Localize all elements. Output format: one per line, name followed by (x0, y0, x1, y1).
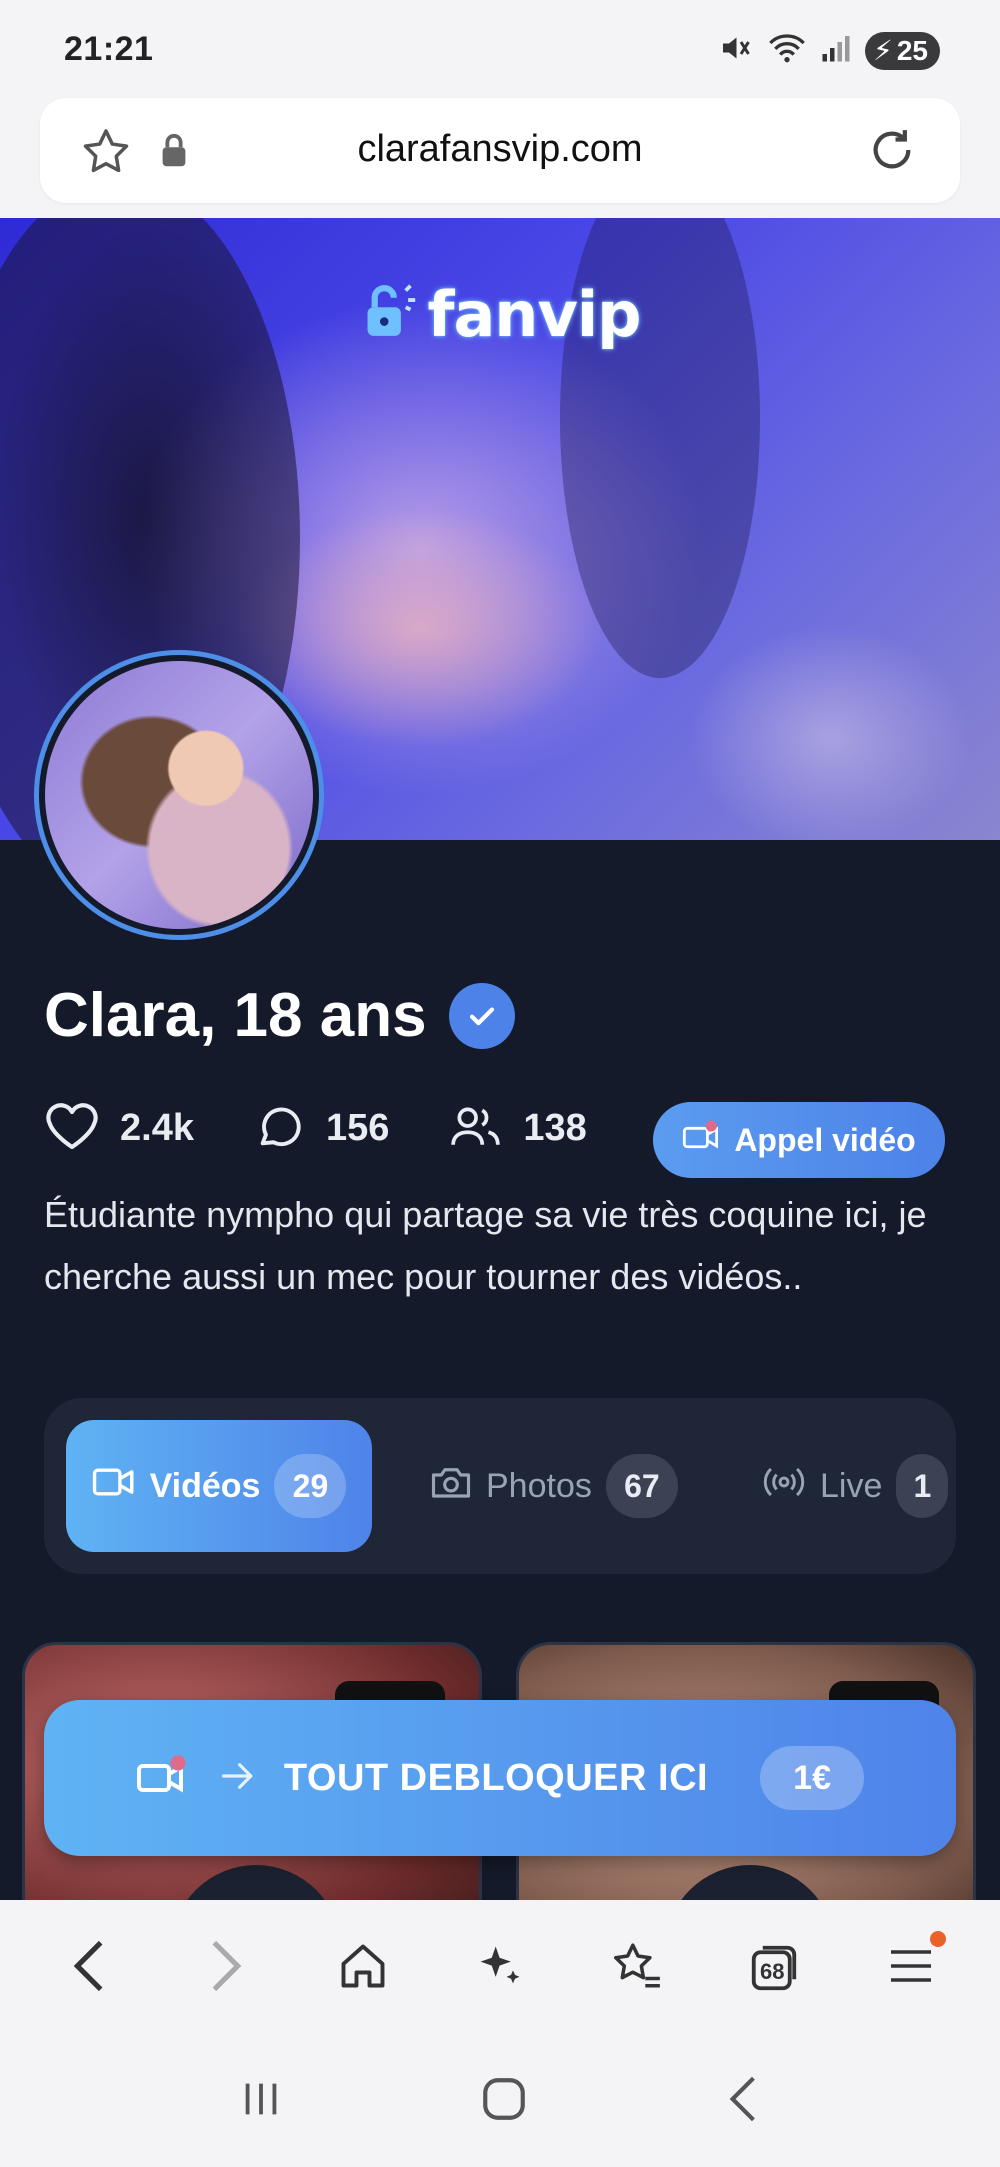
mute-icon (717, 30, 753, 71)
tab-videos-label: Vidéos (149, 1466, 261, 1505)
play-button-icon[interactable] (171, 1865, 341, 1900)
system-navigation-bar (0, 2036, 1000, 2167)
play-button-icon[interactable] (665, 1865, 835, 1900)
back-arrow-icon (67, 1938, 111, 1999)
reload-icon[interactable] (864, 122, 920, 183)
users-icon (449, 1100, 503, 1157)
camera-icon (430, 1464, 472, 1509)
arrow-right-icon (218, 1760, 258, 1797)
status-bar: 21:21 ⚡ 25 (0, 0, 1000, 100)
verified-badge-icon (448, 982, 515, 1049)
tab-photos[interactable]: Photos 67 (430, 1420, 678, 1552)
battery-level: 25 (896, 34, 928, 66)
tabs-count: 68 (760, 1959, 785, 1984)
likes-stat: 2.4k (44, 1100, 194, 1157)
video-camera-icon (92, 1465, 136, 1508)
hamburger-menu-icon (887, 1945, 935, 1992)
brand-name: fanvip (427, 278, 642, 351)
tabs-icon: 68 (747, 1941, 801, 1995)
ai-assistant-button[interactable] (455, 1923, 545, 2013)
web-page: fanvip Appel vidéo Clara, 18 ans 2.4k 15… (0, 218, 1000, 1900)
followers-stat: 138 (449, 1100, 587, 1157)
comments-count: 156 (325, 1107, 390, 1149)
tab-photos-count: 67 (605, 1454, 678, 1518)
tab-live[interactable]: Live 1 (762, 1420, 949, 1552)
signal-icon (821, 32, 851, 69)
tab-videos[interactable]: Vidéos 29 (66, 1420, 372, 1552)
status-icons: ⚡ 25 (717, 30, 940, 71)
avatar-image (45, 661, 313, 929)
video-call-icon (136, 1754, 192, 1803)
address-bar[interactable]: clarafansvip.com (40, 98, 960, 203)
profile-stats: 2.4k 156 138 (44, 1100, 647, 1157)
video-call-label: Appel vidéo (734, 1121, 916, 1158)
unlock-all-label: TOUT DEBLOQUER ICI (283, 1756, 709, 1799)
forward-button[interactable] (181, 1923, 271, 2013)
profile-name: Clara, 18 ans (44, 981, 427, 1050)
home-button[interactable] (318, 1923, 408, 2013)
video-call-icon (682, 1119, 722, 1161)
browser-toolbar: 68 (0, 1900, 1000, 2036)
profile-name-row: Clara, 18 ans (44, 980, 515, 1051)
menu-button[interactable] (866, 1923, 956, 2013)
forward-arrow-icon (204, 1938, 248, 1999)
notification-dot (930, 1931, 947, 1947)
profile-bio: Étudiante nympho qui partage sa vie très… (44, 1194, 927, 1297)
broadcast-icon (762, 1464, 806, 1509)
tab-live-count: 1 (896, 1454, 949, 1518)
recent-apps-icon[interactable] (237, 2076, 285, 2127)
tab-live-label: Live (820, 1466, 883, 1505)
wifi-icon (767, 31, 807, 70)
home-icon (337, 1940, 389, 1997)
tab-photos-label: Photos (486, 1466, 592, 1505)
charging-icon: ⚡ (873, 35, 893, 66)
unlock-all-button[interactable]: TOUT DEBLOQUER ICI 1€ (44, 1700, 956, 1856)
video-call-button[interactable]: Appel vidéo (653, 1102, 945, 1178)
status-time: 21:21 (64, 30, 154, 68)
url-text[interactable]: clarafansvip.com (40, 128, 960, 171)
unlock-price: 1€ (760, 1746, 865, 1810)
profile-avatar[interactable] (34, 650, 324, 940)
back-button[interactable] (44, 1923, 134, 2013)
battery-indicator: ⚡ 25 (865, 31, 940, 70)
sparkle-icon (474, 1940, 526, 1997)
heart-icon (44, 1100, 100, 1157)
brand-logo: fanvip (0, 278, 1000, 351)
followers-count: 138 (523, 1107, 587, 1149)
comments-stat: 156 (254, 1100, 389, 1157)
unlock-icon (360, 281, 418, 348)
bookmarks-button[interactable] (592, 1923, 682, 2013)
tabs-button[interactable]: 68 (729, 1923, 819, 2013)
star-list-icon (610, 1940, 664, 1997)
comment-icon (254, 1100, 306, 1157)
tab-videos-count: 29 (274, 1454, 347, 1518)
likes-count: 2.4k (120, 1107, 194, 1149)
content-tabs: Vidéos 29 Photos 67 Live 1 (44, 1398, 956, 1574)
home-nav-icon[interactable] (479, 2074, 529, 2129)
back-nav-icon[interactable] (723, 2074, 763, 2129)
